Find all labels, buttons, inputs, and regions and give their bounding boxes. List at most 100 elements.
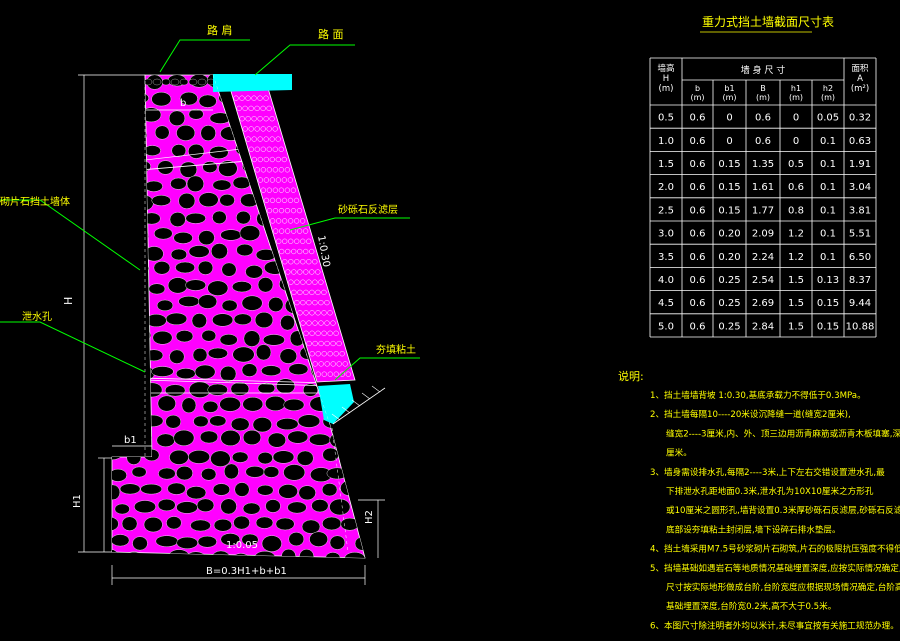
table-cell: 1.77 (752, 205, 774, 216)
stone-shape (212, 179, 232, 191)
stone-shape (347, 315, 363, 328)
stone-shape (127, 276, 143, 292)
stone-shape (220, 430, 241, 447)
stone-shape (257, 452, 273, 465)
note-line: 底部设夯填粘土封闭层,墙下设碎石排水垫层。 (666, 523, 841, 535)
stone-shape (354, 364, 365, 378)
stone-shape (241, 363, 258, 377)
table-cell: 0.63 (849, 136, 871, 147)
stone-shape (279, 348, 297, 364)
stone-shape (112, 378, 120, 395)
stone-shape (254, 551, 276, 558)
stone-shape (262, 334, 285, 346)
stone-shape (121, 516, 138, 531)
stone-shape (232, 553, 250, 558)
table-cell: 0.6 (755, 113, 771, 124)
stone-shape (298, 485, 316, 501)
stone-shape (211, 550, 230, 558)
stone-shape (151, 366, 174, 377)
stone-shape (231, 281, 252, 293)
stone-shape (123, 349, 140, 361)
table-cell: 0.5 (658, 113, 674, 124)
stone-shape (265, 396, 286, 412)
table-cell: 5.0 (658, 321, 674, 332)
note-line: 5、挡墙基础如遇岩石等地质情况基础埋置深度,应按实际情况确定,若基础置于岩层上时… (650, 562, 900, 574)
stone-shape (221, 299, 238, 312)
table-cell: 0.6 (690, 113, 706, 124)
table-cell: 0.15 (718, 205, 740, 216)
stone-shape (114, 503, 130, 515)
stone-shape (165, 312, 188, 326)
stone-shape (230, 417, 250, 431)
label-road-surface: 路 面 (318, 28, 344, 41)
table-cell: 0.6 (690, 275, 706, 286)
stone-shape (321, 75, 337, 90)
table-cell: 0.6 (690, 229, 706, 240)
stone-shape (223, 463, 239, 480)
note-line: 3、墙身需设排水孔,每隔2----3米,上下左右交错设置泄水孔,最 (650, 466, 885, 478)
table-sub-header: (m) (722, 93, 736, 102)
stone-shape (261, 365, 282, 377)
stone-shape (252, 417, 272, 433)
stone-shape (306, 91, 327, 107)
note-line: 6、本图尺寸除注明者外均以米计,未尽事宜按有关施工规范办理。 (650, 619, 899, 631)
table-cell: 0.15 (718, 182, 740, 193)
stone-shape (234, 482, 250, 497)
stone-shape (112, 111, 120, 126)
stone-shape (156, 299, 174, 312)
table-cell: 0.6 (690, 182, 706, 193)
stone-shape (112, 484, 121, 500)
stone-shape (112, 229, 128, 244)
stone-shape (133, 160, 151, 173)
stone-shape (131, 129, 147, 141)
stone-shape (210, 243, 228, 260)
stone-shape (232, 346, 255, 363)
label-road-shoulder: 路 肩 (207, 23, 233, 37)
table-cell: 0.6 (690, 205, 706, 216)
stone-shape (207, 280, 229, 296)
label-dim-b1: b1 (124, 435, 137, 446)
stone-shape (220, 498, 237, 515)
table-cell: 0.1 (820, 229, 836, 240)
stone-shape (202, 161, 218, 173)
cobble-shape (152, 78, 162, 86)
table-cell: 1.2 (788, 229, 804, 240)
stone-shape (112, 163, 129, 174)
stone-shape (233, 313, 252, 325)
stone-shape (134, 194, 154, 211)
stone-shape (167, 277, 188, 294)
table-header-height: 墙高 (657, 63, 674, 74)
stone-shape (191, 313, 207, 329)
table-cell: 0.25 (718, 275, 740, 286)
stone-shape (242, 502, 261, 515)
stone-shape (181, 397, 197, 414)
stone-shape (185, 279, 207, 291)
stone-shape (112, 211, 121, 224)
stone-shape (112, 331, 129, 345)
table-cell: 0.6 (788, 182, 804, 193)
table-cell: 0.6 (690, 159, 706, 170)
stone-shape (276, 378, 296, 394)
stone-shape (344, 552, 365, 558)
stone-shape (287, 430, 309, 444)
stone-shape (279, 109, 296, 120)
stone-shape (254, 312, 274, 329)
stone-shape (299, 108, 318, 120)
table-sub-header: (m) (789, 93, 803, 102)
stone-shape (272, 450, 295, 464)
stone-shape (130, 92, 149, 104)
stone-shape (140, 483, 162, 495)
stone-shape (220, 229, 242, 241)
stone-shape (355, 298, 365, 310)
stone-shape (123, 418, 143, 429)
stone-shape (130, 400, 152, 414)
table-header-group: 墙 身 尺 寸 (741, 64, 786, 76)
stone-shape (209, 415, 227, 427)
stone-shape (188, 143, 205, 159)
stone-shape (199, 430, 219, 444)
stone-shape (112, 396, 127, 412)
stone-shape (156, 433, 175, 447)
stone-shape (132, 262, 150, 274)
stone-shape (331, 95, 346, 109)
label-dim-H: H (62, 297, 75, 305)
